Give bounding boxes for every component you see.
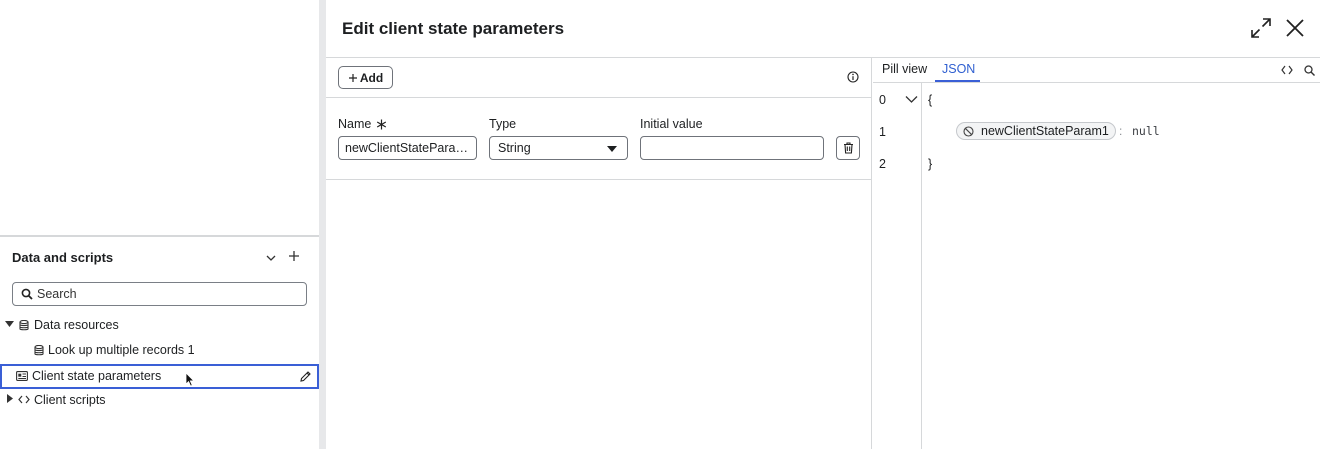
- tree-item-client-state-parameters[interactable]: Client state parameters: [0, 364, 319, 389]
- line-number: 2: [879, 157, 886, 171]
- chevron-down-icon[interactable]: [264, 251, 278, 265]
- caret-down-icon: [607, 146, 617, 152]
- close-icon[interactable]: [1285, 18, 1305, 38]
- line-number: 1: [879, 125, 886, 139]
- code-icon: [18, 395, 30, 404]
- edit-dialog: Edit client state parameters Add Name Ty…: [326, 0, 1320, 449]
- name-label: Name: [338, 117, 372, 131]
- json-close-brace: }: [928, 157, 933, 171]
- tree-item-label: Data resources: [34, 318, 119, 332]
- add-button[interactable]: Add: [338, 66, 393, 89]
- json-preview-pane: Pill view JSON 0 1 2 { newClientStatePar…: [873, 58, 1320, 449]
- database-icon: [34, 345, 44, 356]
- tab-json[interactable]: JSON: [942, 62, 975, 76]
- tab-pill-view[interactable]: Pill view: [882, 62, 927, 76]
- trash-icon: [843, 142, 853, 154]
- info-icon[interactable]: [847, 71, 859, 83]
- type-select-value: String: [498, 141, 531, 155]
- tree-item-data-resources[interactable]: Data resources: [0, 313, 319, 337]
- delete-button[interactable]: [836, 136, 860, 160]
- json-value: null: [1132, 124, 1160, 138]
- initial-value-label: Initial value: [640, 117, 703, 131]
- mouse-cursor-icon: [185, 372, 195, 387]
- divider: [326, 179, 872, 180]
- search-icon: [21, 288, 33, 300]
- json-open-brace: {: [928, 93, 933, 107]
- tree-item-client-scripts[interactable]: Client scripts: [0, 388, 319, 412]
- search-icon[interactable]: [1304, 65, 1315, 76]
- name-input[interactable]: newClientStateParam1: [338, 136, 477, 160]
- tree-item-label: Client state parameters: [32, 369, 162, 383]
- tree-item-label: Client scripts: [34, 393, 106, 407]
- search-field[interactable]: [12, 282, 307, 306]
- chevron-down-icon[interactable]: [905, 95, 918, 104]
- divider: [873, 82, 1320, 83]
- initial-value-input[interactable]: [640, 136, 824, 160]
- plus-icon: [348, 73, 357, 82]
- parameters-editor: Add Name Type Initial value newClientSta…: [326, 58, 872, 449]
- left-panel: Data and scripts Data resources Look up …: [0, 0, 319, 449]
- expand-icon[interactable]: [1250, 17, 1272, 39]
- dialog-title: Edit client state parameters: [342, 19, 565, 38]
- section-title: Data and scripts: [12, 250, 114, 265]
- type-label: Type: [489, 117, 517, 131]
- modal-backdrop: [319, 0, 326, 449]
- canvas-area: [0, 0, 319, 237]
- caret-down-icon[interactable]: [5, 321, 14, 328]
- database-icon: [19, 320, 29, 331]
- divider: [326, 97, 872, 98]
- add-button-label: Add: [359, 70, 384, 85]
- caret-right-icon[interactable]: [7, 394, 13, 403]
- add-icon[interactable]: [287, 249, 301, 267]
- line-number: 0: [879, 93, 886, 107]
- json-key-label: newClientStateParam1: [981, 124, 1109, 138]
- prohibited-icon: [963, 126, 974, 137]
- json-key-pill[interactable]: newClientStateParam1: [956, 122, 1116, 140]
- gutter-divider: [921, 83, 922, 449]
- type-select[interactable]: String: [489, 136, 628, 160]
- json-colon: :: [1119, 124, 1123, 138]
- required-asterisk-icon: [376, 119, 387, 130]
- pencil-icon[interactable]: [299, 370, 312, 383]
- tree-item-look-up-records[interactable]: Look up multiple records 1: [0, 338, 319, 362]
- search-input[interactable]: [37, 285, 297, 303]
- client-state-icon: [16, 371, 28, 381]
- tree-item-label: Look up multiple records 1: [48, 343, 195, 357]
- code-icon[interactable]: [1281, 65, 1293, 75]
